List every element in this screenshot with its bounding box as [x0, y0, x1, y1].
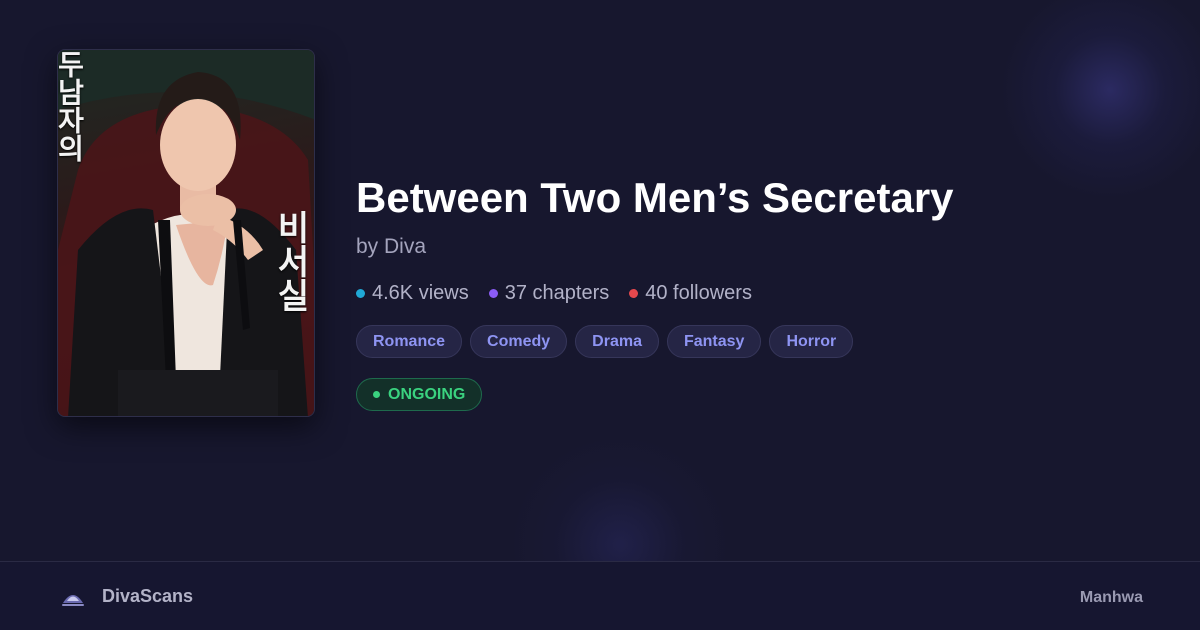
cover-image[interactable]: 두남자의 비서실: [57, 49, 315, 417]
tag-fantasy[interactable]: Fantasy: [666, 325, 762, 358]
views-label: 4.6K views: [372, 281, 469, 304]
stat-followers: 40 followers: [629, 282, 752, 305]
cover-korean-title-right: 비서실: [270, 210, 310, 312]
views-dot-icon: [356, 288, 365, 298]
stat-chapters: 37 chapters: [488, 281, 610, 305]
cover-korean-title-left: 두남자의: [57, 50, 86, 162]
chapters-dot-icon: [488, 288, 498, 298]
stats-row: 4.6K views 37 chapters 40 followers: [356, 281, 752, 305]
tag-horror[interactable]: Horror: [769, 325, 854, 358]
followers-label: 40 followers: [645, 281, 752, 304]
chapters-label: 37 chapters: [504, 281, 610, 304]
tag-romance[interactable]: Romance: [356, 325, 463, 358]
status-badge: ONGOING: [356, 378, 483, 411]
brand-name[interactable]: DivaScans: [102, 586, 193, 607]
tag-drama[interactable]: Drama: [575, 325, 659, 358]
background-glow-top-right: [1000, 0, 1200, 200]
genre-tags: Romance Comedy Drama Fantasy Horror: [356, 325, 854, 358]
author-label[interactable]: by Diva: [356, 235, 426, 259]
stat-views: 4.6K views: [356, 282, 469, 305]
status-dot-icon: [373, 391, 380, 398]
series-type-label: Manhwa: [1079, 589, 1143, 606]
divascans-logo-icon[interactable]: [60, 585, 86, 609]
series-title: Between Two Men’s Secretary: [356, 174, 954, 221]
status-label: ONGOING: [388, 385, 466, 403]
footer: DivaScans Manhwa: [0, 561, 1200, 630]
tag-comedy[interactable]: Comedy: [470, 325, 568, 358]
followers-dot-icon: [629, 288, 639, 298]
